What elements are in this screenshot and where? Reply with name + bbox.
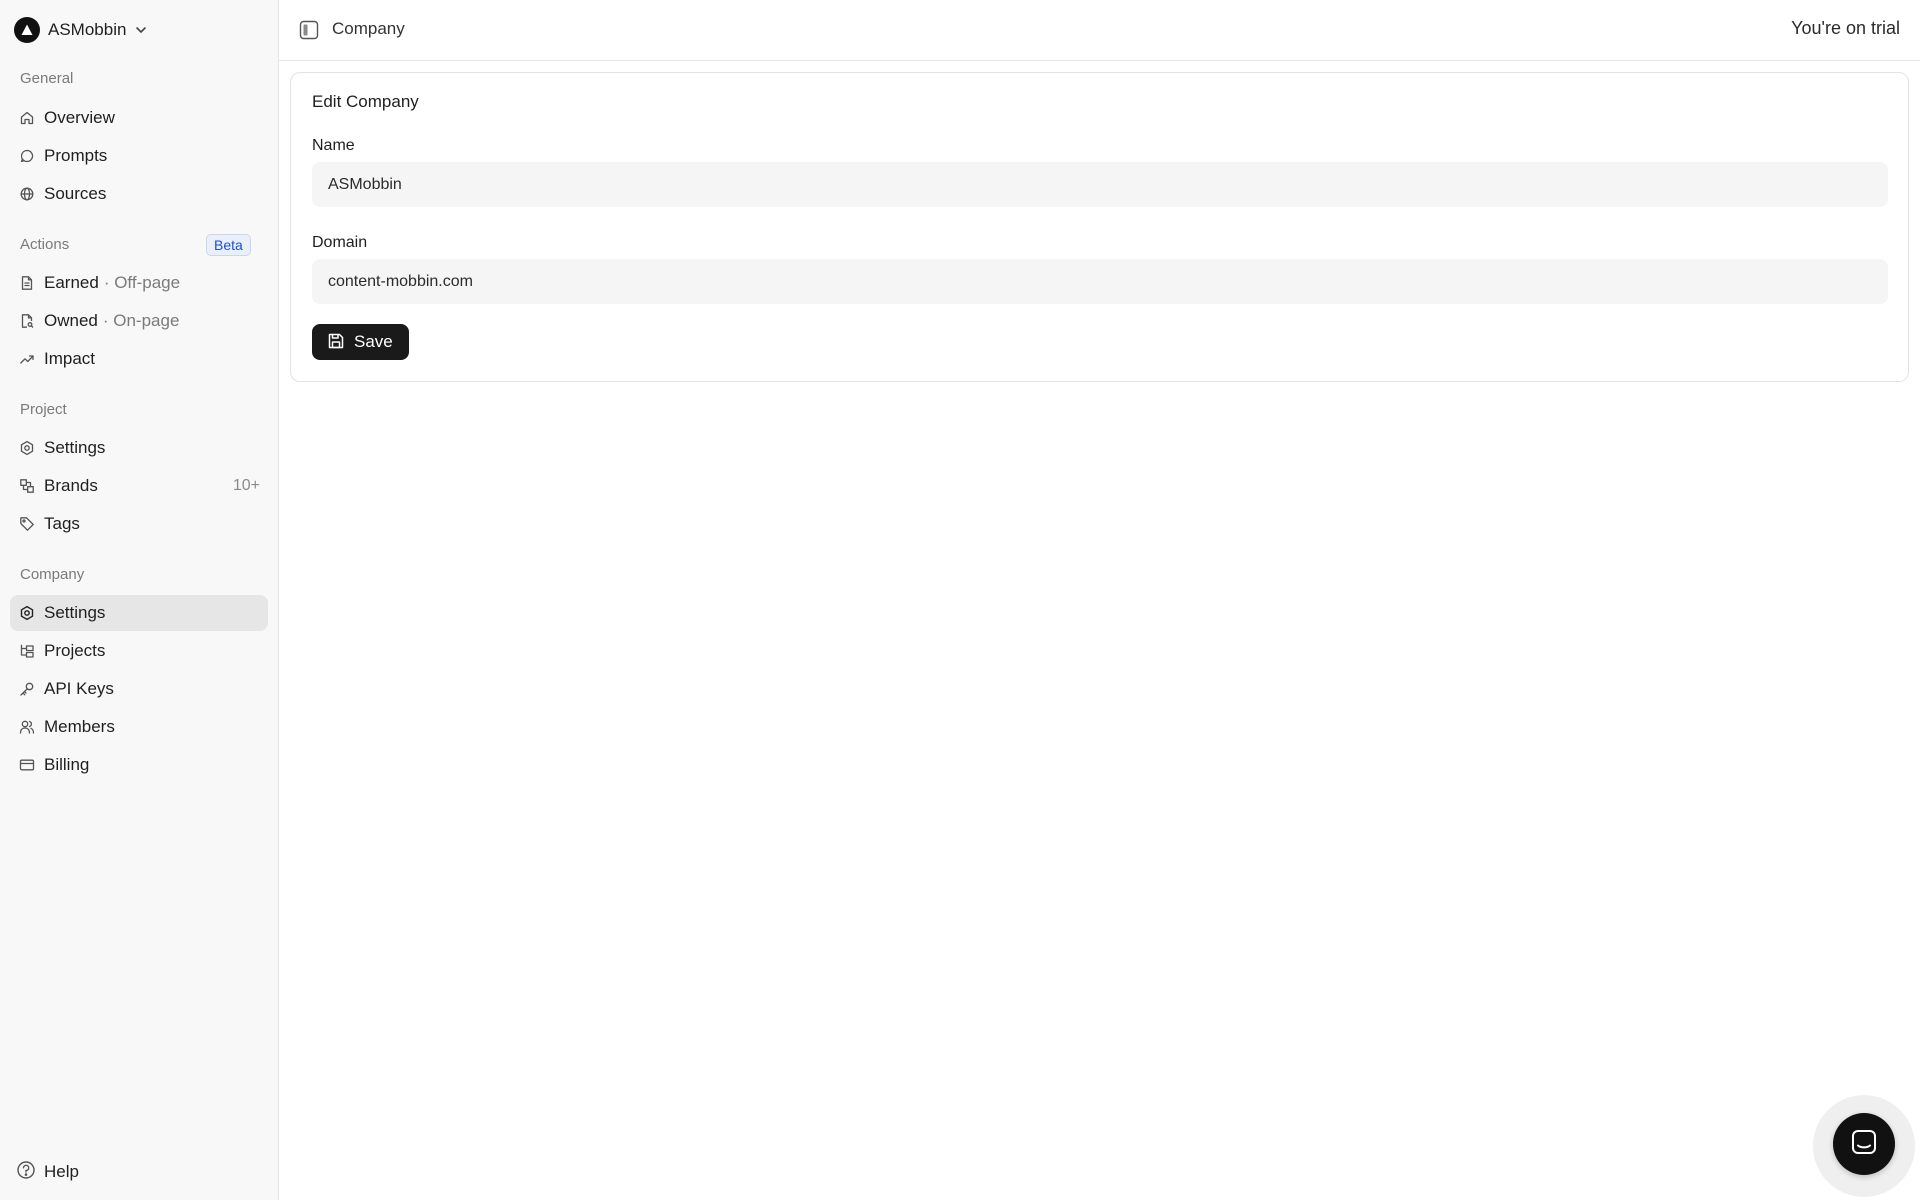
- domain-input[interactable]: [312, 259, 1888, 304]
- workspace-switcher[interactable]: ASMobbin: [14, 16, 148, 44]
- sidebar-item-label: Prompts: [44, 146, 108, 165]
- folder-tree-icon: [19, 643, 35, 659]
- sidebar-item-company-settings[interactable]: Settings: [10, 595, 268, 631]
- file-search-icon: [19, 313, 35, 329]
- chat-support-button[interactable]: [1833, 1113, 1895, 1175]
- chevron-down-icon: [134, 23, 148, 37]
- name-label: Name: [312, 137, 355, 154]
- sidebar-item-prompts[interactable]: Prompts: [10, 138, 268, 174]
- gear-icon: [19, 605, 35, 621]
- sidebar-item-label: Settings: [44, 603, 106, 622]
- home-icon: [19, 110, 35, 126]
- credit-card-icon: [19, 757, 35, 773]
- sidebar-item-sources[interactable]: Sources: [10, 176, 268, 212]
- sidebar-item-label: Members: [44, 717, 115, 736]
- sidebar-item-project-settings[interactable]: Settings: [10, 430, 268, 466]
- workspace-logo-icon: [14, 17, 40, 43]
- sidebar-item-label: Brands: [44, 476, 98, 495]
- tag-icon: [19, 516, 35, 532]
- main-content: Company You're on trial Edit Company Nam…: [279, 0, 1920, 1200]
- chat-icon: [1849, 1127, 1879, 1162]
- sidebar-item-tags[interactable]: Tags: [10, 506, 268, 542]
- name-input[interactable]: [312, 162, 1888, 207]
- edit-company-card: Edit Company Name Domain Save: [290, 72, 1909, 382]
- sidebar-item-label: Billing: [44, 755, 90, 774]
- save-button[interactable]: Save: [312, 324, 409, 360]
- workspace-name: ASMobbin: [48, 20, 127, 39]
- key-icon: [19, 681, 35, 697]
- users-icon: [19, 719, 35, 735]
- nav-group-project-label: Project: [20, 401, 67, 418]
- sidebar-item-brands[interactable]: Brands 10+: [10, 468, 268, 504]
- sidebar-item-label: API Keys: [44, 679, 114, 698]
- trending-up-icon: [19, 351, 35, 367]
- sidebar-item-api-keys[interactable]: API Keys: [10, 671, 268, 707]
- topbar: Company You're on trial: [279, 0, 1920, 61]
- sidebar-item-label: Owned: [44, 311, 98, 330]
- help-label: Help: [44, 1162, 79, 1181]
- sidebar-toggle-icon[interactable]: [299, 20, 319, 40]
- gear-icon: [19, 440, 35, 456]
- sidebar-item-overview[interactable]: Overview: [10, 100, 268, 136]
- save-label: Save: [354, 332, 393, 351]
- help-link[interactable]: Help: [16, 1160, 79, 1184]
- globe-icon: [19, 186, 35, 202]
- card-title: Edit Company: [312, 92, 419, 111]
- help-circle-icon: [16, 1160, 36, 1185]
- sidebar-item-sublabel: · On-page: [102, 311, 180, 330]
- sidebar-item-owned[interactable]: Owned · On-page: [10, 303, 268, 339]
- breadcrumb[interactable]: Company: [332, 19, 405, 39]
- brands-count: 10+: [232, 477, 260, 494]
- sidebar-item-label: Overview: [44, 108, 115, 127]
- message-circle-icon: [19, 148, 35, 164]
- sidebar-item-earned[interactable]: Earned · Off-page: [10, 265, 268, 301]
- nav-group-general-label: General: [20, 70, 74, 87]
- domain-label: Domain: [312, 234, 368, 251]
- sidebar-item-impact[interactable]: Impact: [10, 341, 268, 377]
- sidebar-item-label: Impact: [44, 349, 96, 368]
- shapes-icon: [19, 478, 35, 494]
- sidebar-item-label: Settings: [44, 438, 106, 457]
- sidebar-item-label: Sources: [44, 184, 107, 203]
- sidebar-item-label: Projects: [44, 641, 106, 660]
- sidebar-item-label: Tags: [44, 514, 80, 533]
- sidebar-item-billing[interactable]: Billing: [10, 747, 268, 783]
- save-icon: [327, 332, 345, 353]
- sidebar-item-sublabel: · Off-page: [103, 273, 181, 292]
- nav-group-company-label: Company: [20, 566, 85, 583]
- file-text-icon: [19, 275, 35, 291]
- sidebar-item-label: Earned: [44, 273, 99, 292]
- app-root: ASMobbin General Overview Prompts Source…: [0, 0, 1920, 1200]
- sidebar-item-members[interactable]: Members: [10, 709, 268, 745]
- trial-status[interactable]: You're on trial: [1791, 18, 1900, 39]
- beta-badge: Beta: [206, 234, 251, 256]
- nav-group-actions-label: Actions: [20, 236, 70, 253]
- sidebar: ASMobbin General Overview Prompts Source…: [0, 0, 279, 1200]
- sidebar-item-projects[interactable]: Projects: [10, 633, 268, 669]
